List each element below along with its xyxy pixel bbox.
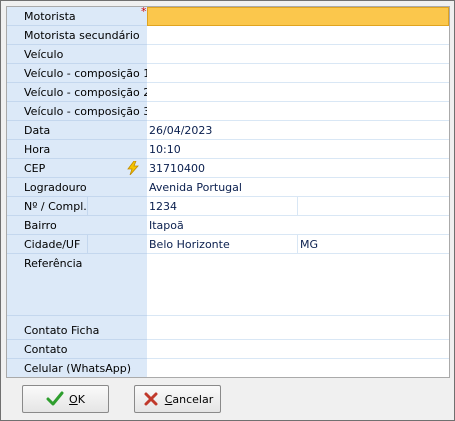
check-icon [46,391,64,406]
label-contato-ficha: Contato Ficha [7,321,147,340]
numero-field[interactable]: 1234 [147,197,449,216]
row-veiculo-composicao-3: Veículo - composição 3 [7,102,449,121]
label-contato: Contato [7,340,147,359]
hora-field[interactable]: 10:10 [147,140,449,159]
label-data: Data [7,121,147,140]
label-motorista-secundario: Motorista secundário [7,26,147,45]
veiculo-composicao-1-field[interactable] [147,64,449,83]
row-motorista: Motorista * [7,7,449,26]
contato-field[interactable] [147,340,449,359]
uf-field[interactable]: MG [297,235,449,253]
row-cidade-uf: Cidade/UF Belo Horizonte MG [7,235,449,254]
row-referencia: Referência [7,254,449,316]
label-hora: Hora [7,140,147,159]
row-motorista-secundario: Motorista secundário [7,26,449,45]
veiculo-composicao-2-field[interactable] [147,83,449,102]
row-cep: CEP 31710400 [7,159,449,178]
row-numero-complemento: Nº / Compl. 1234 [7,197,449,216]
x-icon [144,392,158,406]
dialog-window: Motorista * Motorista secundário Veículo… [0,0,455,421]
label-veiculo: Veículo [7,45,147,64]
label-referencia: Referência [7,254,147,316]
row-veiculo: Veículo [7,45,449,64]
cep-field[interactable]: 31710400 [147,159,449,178]
data-field[interactable]: 26/04/2023 [147,121,449,140]
label-celular-whatsapp: Celular (WhatsApp) [7,359,147,377]
ok-button[interactable]: OK [22,385,109,413]
label-veiculo-composicao-1: Veículo - composição 1 [7,64,147,83]
logradouro-field[interactable]: Avenida Portugal [147,178,449,197]
cidade-value[interactable]: Belo Horizonte [149,238,230,251]
row-veiculo-composicao-2: Veículo - composição 2 [7,83,449,102]
label-motorista: Motorista [7,7,147,26]
contato-ficha-field[interactable] [147,321,449,340]
label-veiculo-composicao-2: Veículo - composição 2 [7,83,147,102]
row-contato: Contato [7,340,449,359]
row-contato-ficha: Contato Ficha [7,321,449,340]
label-cidade-uf-text: Cidade/UF [24,238,81,251]
cidade-field[interactable]: Belo Horizonte MG [147,235,449,254]
veiculo-field[interactable] [147,45,449,64]
row-veiculo-composicao-1: Veículo - composição 1 [7,64,449,83]
referencia-field[interactable] [147,254,449,316]
row-hora: Hora 10:10 [7,140,449,159]
row-logradouro: Logradouro Avenida Portugal [7,178,449,197]
cancel-button[interactable]: Cancelar [134,385,221,413]
label-divider-box [87,197,147,215]
cancel-button-label: Cancelar [164,392,214,406]
celular-whatsapp-field[interactable] [147,359,449,377]
required-marker: * [141,6,147,18]
motorista-secundario-field[interactable] [147,26,449,45]
label-numero-complemento: Nº / Compl. [7,197,147,216]
label-bairro: Bairro [7,216,147,235]
veiculo-composicao-3-field[interactable] [147,102,449,121]
lightning-icon[interactable] [126,161,140,175]
label-veiculo-composicao-3: Veículo - composição 3 [7,102,147,121]
ok-button-label: OK [69,392,85,406]
motorista-field[interactable] [147,7,449,26]
form-grid: Motorista * Motorista secundário Veículo… [6,6,450,378]
bairro-field[interactable]: Itapoã [147,216,449,235]
label-cidade-uf: Cidade/UF [7,235,147,254]
row-celular: Celular (WhatsApp) [7,359,449,377]
row-bairro: Bairro Itapoã [7,216,449,235]
complemento-field[interactable] [297,197,449,215]
label-logradouro: Logradouro [7,178,147,197]
row-data: Data 26/04/2023 [7,121,449,140]
label-numero-complemento-text: Nº / Compl. [24,200,87,213]
numero-value[interactable]: 1234 [149,200,177,213]
label-divider-box [87,235,147,253]
